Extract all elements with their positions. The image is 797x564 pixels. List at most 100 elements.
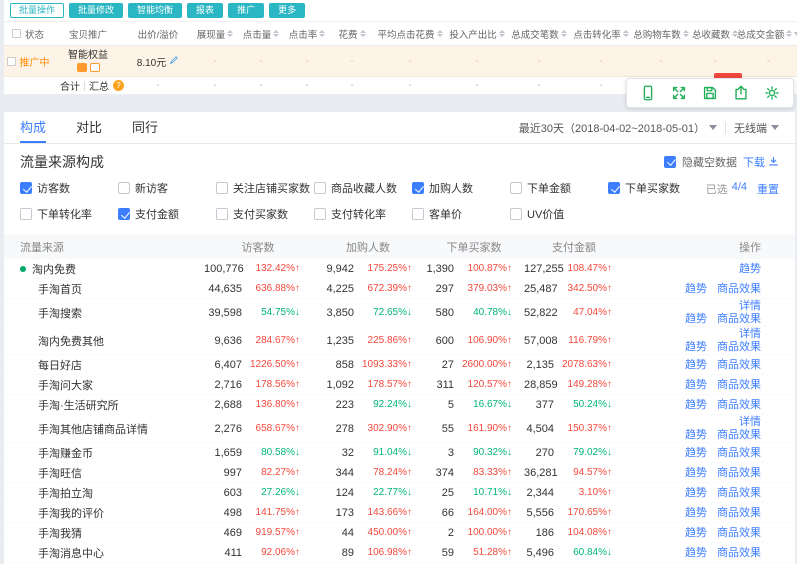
tab-compare[interactable]: 对比 <box>76 112 102 143</box>
checkbox[interactable] <box>412 182 424 194</box>
action-link[interactable]: 商品效果 <box>717 527 761 539</box>
action-link[interactable]: 趋势 <box>685 341 707 353</box>
column-header[interactable]: 投入产出比 <box>446 22 508 45</box>
checkbox[interactable] <box>510 208 522 220</box>
column-header[interactable]: 总成交笔数 <box>508 22 570 45</box>
metric-checkbox-item[interactable]: UV价值 <box>510 206 608 222</box>
action-link[interactable]: 趋势 <box>685 467 707 479</box>
share-icon[interactable] <box>730 82 752 104</box>
checkbox[interactable] <box>314 182 326 194</box>
traffic-source-name[interactable]: 淘内免费 <box>32 261 76 277</box>
checkbox[interactable] <box>216 208 228 220</box>
action-link[interactable]: 趋势 <box>685 283 707 295</box>
traffic-source-name[interactable]: 手淘问大家 <box>38 377 93 393</box>
hide-empty-checkbox[interactable] <box>664 156 676 168</box>
action-link[interactable]: 趋势 <box>685 399 707 411</box>
promo-name-cell[interactable]: 智能权益 <box>52 46 124 76</box>
date-range-select[interactable]: 最近30天（2018-04-02~2018-05-01） <box>519 120 717 136</box>
toolbar-button[interactable]: 批量操作 <box>10 3 64 18</box>
checkbox[interactable] <box>118 208 130 220</box>
checkbox[interactable] <box>20 208 32 220</box>
action-link[interactable]: 趋势 <box>685 447 707 459</box>
traffic-source-name[interactable]: 手淘我猜 <box>38 525 82 541</box>
traffic-source-name[interactable]: 手淘消息中心 <box>38 545 104 561</box>
toolbar-button[interactable]: 推广 <box>228 3 264 18</box>
column-header[interactable]: 总购物车数 <box>632 22 690 45</box>
sort-icon[interactable] <box>786 30 792 37</box>
traffic-source-name[interactable]: 每日好店 <box>38 357 82 373</box>
sort-icon[interactable] <box>499 30 505 37</box>
checkbox[interactable] <box>216 182 228 194</box>
column-header[interactable]: 出价/溢价 <box>124 22 192 45</box>
checkbox[interactable] <box>510 182 522 194</box>
action-link[interactable]: 趋势 <box>685 379 707 391</box>
metric-checkbox-item[interactable]: 加购人数 <box>412 180 510 196</box>
action-link[interactable]: 趋势 <box>685 313 707 325</box>
column-header[interactable]: 总成交金额 <box>740 22 797 45</box>
mobile-preview-icon[interactable] <box>637 82 659 104</box>
action-link[interactable]: 商品效果 <box>717 341 761 353</box>
edit-icon[interactable] <box>169 55 179 68</box>
sort-icon[interactable] <box>623 30 629 37</box>
download-link[interactable]: 下载 <box>743 154 779 170</box>
summary-label[interactable]: 汇总 <box>89 78 109 93</box>
column-header[interactable]: 点击转化率 <box>570 22 632 45</box>
column-header[interactable]: 状态 <box>4 22 52 45</box>
metric-checkbox-item[interactable]: 下单金额 <box>510 180 608 196</box>
fullscreen-icon[interactable] <box>668 82 690 104</box>
action-link[interactable]: 商品效果 <box>717 379 761 391</box>
metric-checkbox-item[interactable]: 访客数 <box>20 180 118 196</box>
traffic-source-name[interactable]: 手淘旺信 <box>38 465 82 481</box>
action-link[interactable]: 商品效果 <box>717 447 761 459</box>
column-header[interactable]: 平均点击花费 <box>374 22 446 45</box>
action-link[interactable]: 商品效果 <box>717 313 761 325</box>
metric-checkbox-item[interactable]: 支付金额 <box>118 206 216 222</box>
action-link[interactable]: 趋势 <box>739 263 761 275</box>
action-link[interactable]: 详情 <box>739 300 761 312</box>
tab-composition[interactable]: 构成 <box>20 112 46 143</box>
settings-icon[interactable] <box>761 82 783 104</box>
metric-checkbox-item[interactable]: 关注店铺买家数 <box>216 180 314 196</box>
sort-icon[interactable] <box>683 30 689 37</box>
sort-icon[interactable] <box>227 30 233 37</box>
save-icon[interactable] <box>699 82 721 104</box>
checkbox[interactable] <box>412 208 424 220</box>
action-link[interactable]: 商品效果 <box>717 507 761 519</box>
row-checkbox[interactable] <box>7 57 16 66</box>
reset-link[interactable]: 重置 <box>757 181 779 197</box>
metric-checkbox-item[interactable]: 客单价 <box>412 206 510 222</box>
select-all-checkbox[interactable] <box>12 29 21 38</box>
action-link[interactable]: 商品效果 <box>717 547 761 559</box>
terminal-select[interactable]: 无线端 <box>734 120 779 136</box>
traffic-source-name[interactable]: 手淘其他店铺商品详情 <box>38 421 148 437</box>
action-link[interactable]: 趋势 <box>685 507 707 519</box>
metric-checkbox-item[interactable]: 支付买家数 <box>216 206 314 222</box>
action-link[interactable]: 趋势 <box>685 429 707 441</box>
metric-checkbox-item[interactable]: 支付转化率 <box>314 206 412 222</box>
checkbox[interactable] <box>608 182 620 194</box>
action-link[interactable]: 趋势 <box>685 547 707 559</box>
action-link[interactable]: 趋势 <box>685 487 707 499</box>
action-link[interactable]: 商品效果 <box>717 283 761 295</box>
checkbox[interactable] <box>20 182 32 194</box>
sort-icon[interactable] <box>561 30 567 37</box>
action-link[interactable]: 详情 <box>739 416 761 428</box>
metric-checkbox-item[interactable]: 商品收藏人数 <box>314 180 412 196</box>
toolbar-button[interactable]: 批量修改 <box>69 3 123 18</box>
column-header[interactable]: 点击量 <box>238 22 284 45</box>
column-header[interactable]: 宝贝推广 <box>52 22 124 45</box>
action-link[interactable]: 趋势 <box>685 527 707 539</box>
sort-icon[interactable] <box>360 30 366 37</box>
column-header[interactable]: 花费 <box>330 22 374 45</box>
column-header[interactable]: 点击率 <box>284 22 330 45</box>
action-link[interactable]: 商品效果 <box>717 399 761 411</box>
sort-icon[interactable] <box>273 30 279 37</box>
checkbox[interactable] <box>118 182 130 194</box>
action-link[interactable]: 商品效果 <box>717 467 761 479</box>
traffic-source-name[interactable]: 手淘我的评价 <box>38 505 104 521</box>
action-link[interactable]: 详情 <box>739 328 761 340</box>
sort-icon[interactable] <box>319 30 325 37</box>
promo-table-row[interactable]: 推广中智能权益8.10元----------- <box>4 46 797 76</box>
traffic-source-name[interactable]: 手淘·生活研究所 <box>38 397 119 413</box>
tab-peers[interactable]: 同行 <box>132 112 158 143</box>
